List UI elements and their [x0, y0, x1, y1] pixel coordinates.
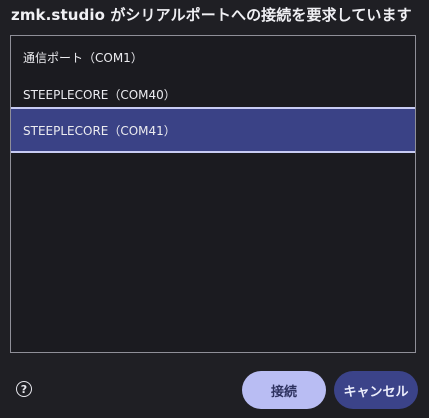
port-list[interactable]: 通信ポート（COM1） STEEPLECORE（COM40） STEEPLECO…	[10, 35, 416, 353]
port-item-label: STEEPLECORE（COM41）	[23, 123, 176, 138]
dialog-title: zmk.studio がシリアルポートへの接続を要求しています	[11, 6, 412, 24]
cancel-button[interactable]: キャンセル	[334, 371, 418, 409]
help-icon[interactable]: ?	[16, 381, 32, 397]
port-item-label: STEEPLECORE（COM40）	[23, 87, 176, 102]
serial-port-dialog: zmk.studio がシリアルポートへの接続を要求しています 通信ポート（CO…	[0, 0, 429, 418]
port-item-com41[interactable]: STEEPLECORE（COM41）	[11, 107, 415, 153]
connect-button[interactable]: 接続	[242, 371, 326, 409]
help-glyph: ?	[20, 382, 28, 396]
port-item-label: 通信ポート（COM1）	[23, 50, 143, 65]
port-item-com1[interactable]: 通信ポート（COM1）	[11, 38, 415, 76]
